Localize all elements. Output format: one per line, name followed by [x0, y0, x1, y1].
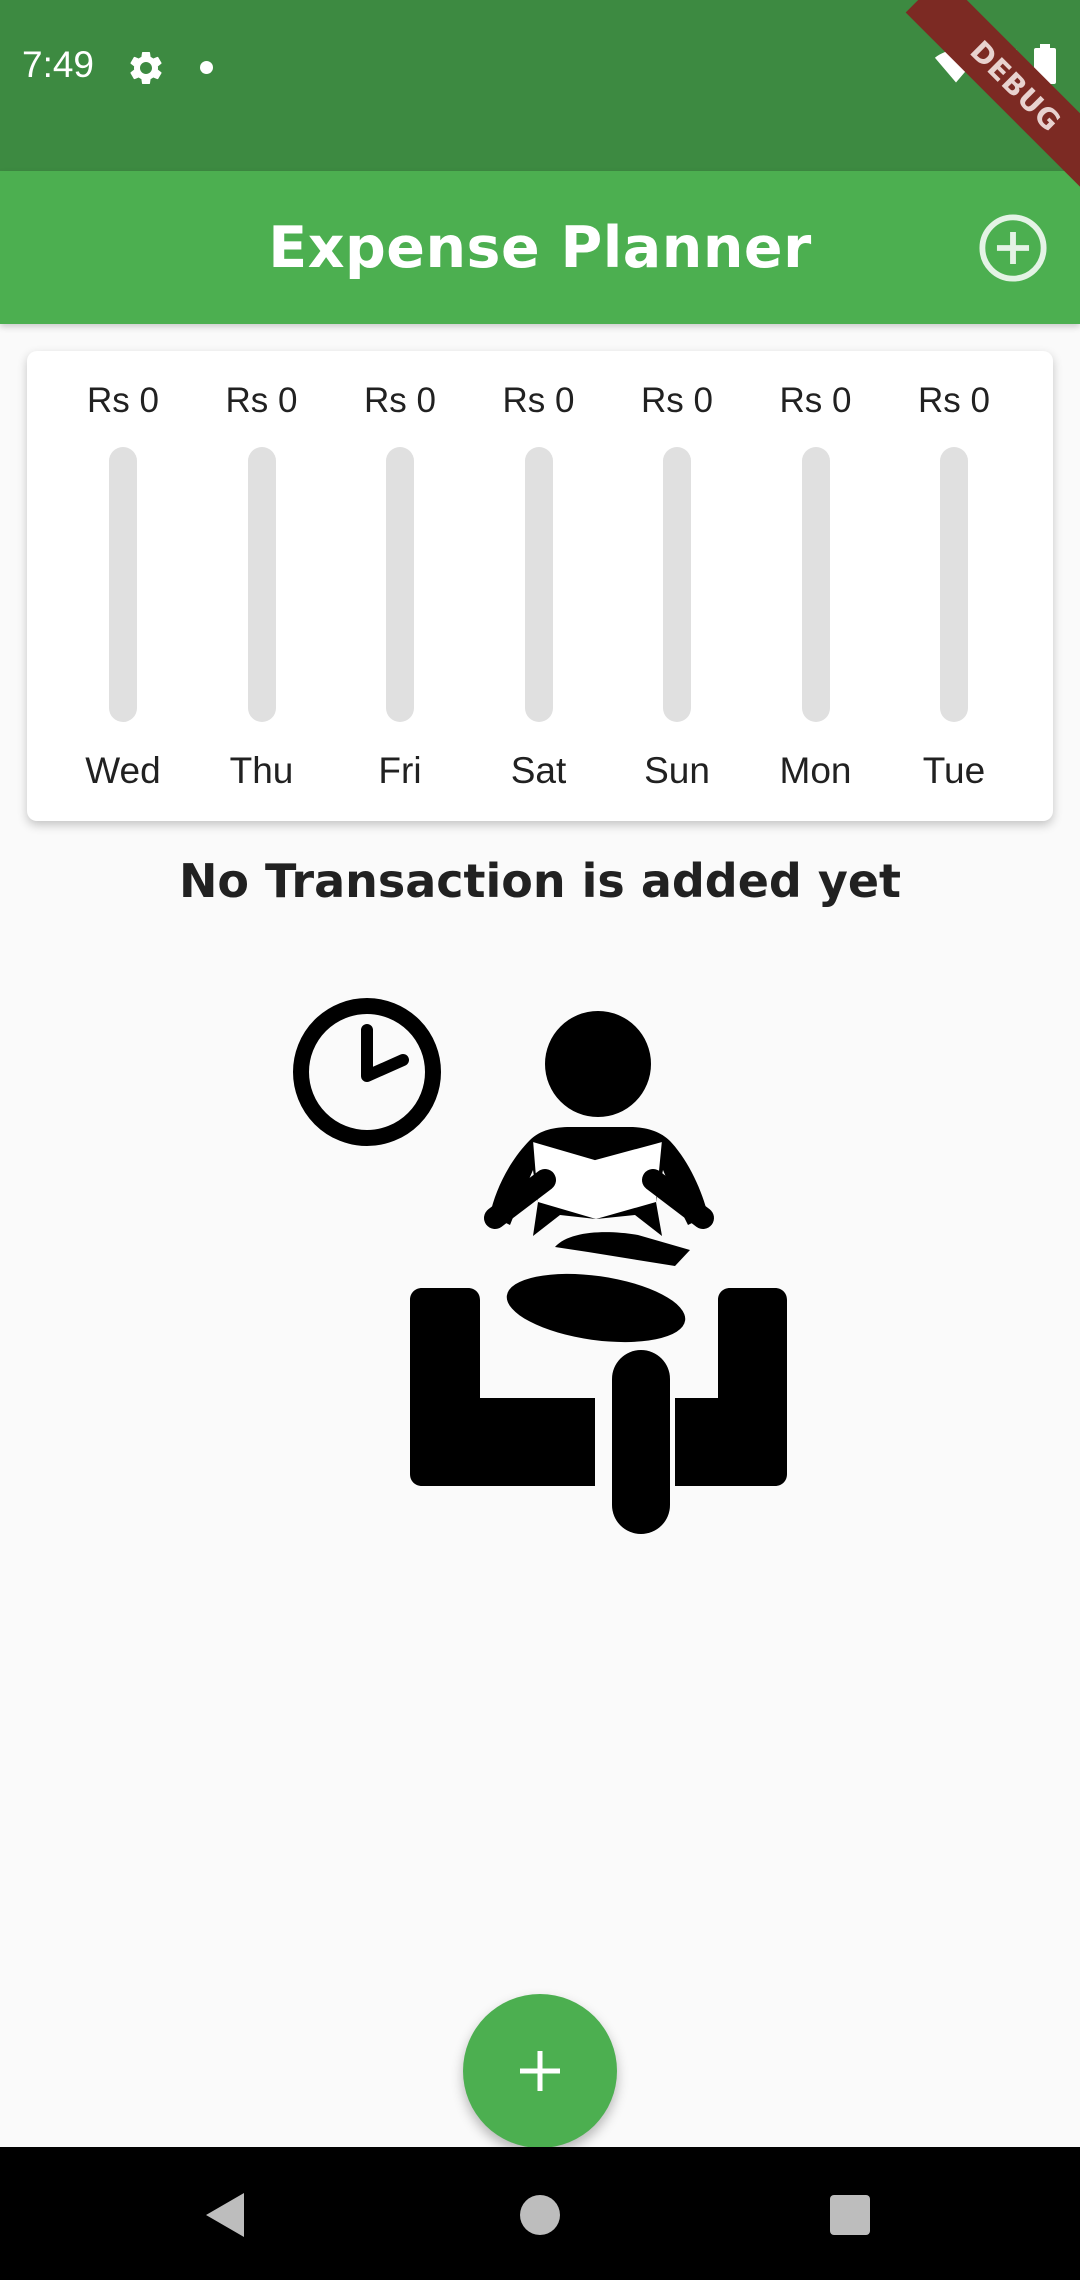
- page-title: Expense Planner: [268, 215, 812, 281]
- chart-bar-amount: Rs 0: [225, 381, 298, 420]
- chart-bar-amount: Rs 0: [502, 381, 575, 420]
- system-nav-bar: [0, 2147, 1080, 2280]
- chart-bar-column: Rs 0 Sat: [470, 351, 608, 821]
- plus-icon: [520, 2051, 560, 2091]
- chart-bar-track: [386, 447, 414, 722]
- chart-bar-amount: Rs 0: [918, 381, 990, 420]
- status-time: 7:49: [22, 44, 95, 85]
- chart-bar-track: [940, 447, 968, 722]
- chart-bar-column: Rs 0 Tue: [885, 351, 1023, 821]
- chart-bar-track: [109, 447, 137, 722]
- app-bar: Expense Planner: [0, 171, 1080, 324]
- chart-bar-track: [247, 447, 276, 722]
- chart-bar-day-label: Fri: [378, 750, 422, 791]
- recents-icon[interactable]: [830, 2195, 870, 2235]
- chart-bar-column: Rs 0 Thu: [193, 351, 331, 821]
- chart-bar-column: Rs 0 Fri: [331, 351, 469, 821]
- chart-bar-day-label: Mon: [779, 750, 852, 791]
- gear-icon: [130, 51, 162, 84]
- add-transaction-button[interactable]: [463, 1994, 617, 2148]
- chart-bar-track: [663, 447, 691, 722]
- chart-bar-day-label: Sat: [510, 750, 567, 791]
- chart-bar-amount: Rs 0: [87, 381, 159, 420]
- chart-bar-amount: Rs 0: [364, 381, 436, 420]
- chart-bar-day-label: Wed: [85, 750, 161, 791]
- chart-bar-column: Rs 0 Sun: [608, 351, 746, 821]
- home-icon[interactable]: [520, 2195, 560, 2235]
- chart-bar-track: [524, 447, 553, 722]
- chart-bar-day-label: Tue: [922, 750, 986, 791]
- chart-bar-amount: Rs 0: [779, 381, 852, 420]
- back-icon[interactable]: [204, 2191, 248, 2239]
- chart-bar-track: [801, 447, 830, 722]
- chart-bar-day-label: Thu: [229, 750, 294, 791]
- chart-bar-day-label: Sun: [644, 750, 710, 791]
- chart-bar-column: Rs 0 Mon: [747, 351, 885, 821]
- chart-bar-column: Rs 0 Wed: [54, 351, 192, 821]
- add-circle-icon[interactable]: [978, 213, 1048, 283]
- weekly-chart-card: Rs 0 Wed Rs 0 Thu Rs 0 Fri Rs 0 Sat Rs 0 Sun Rs 0 M…: [27, 351, 1053, 821]
- chart-bar-amount: Rs 0: [641, 381, 713, 420]
- waiting-person-icon: [293, 998, 787, 1534]
- empty-state-message: No Transaction is added yet: [178, 854, 902, 908]
- notification-dot-icon: [200, 61, 213, 74]
